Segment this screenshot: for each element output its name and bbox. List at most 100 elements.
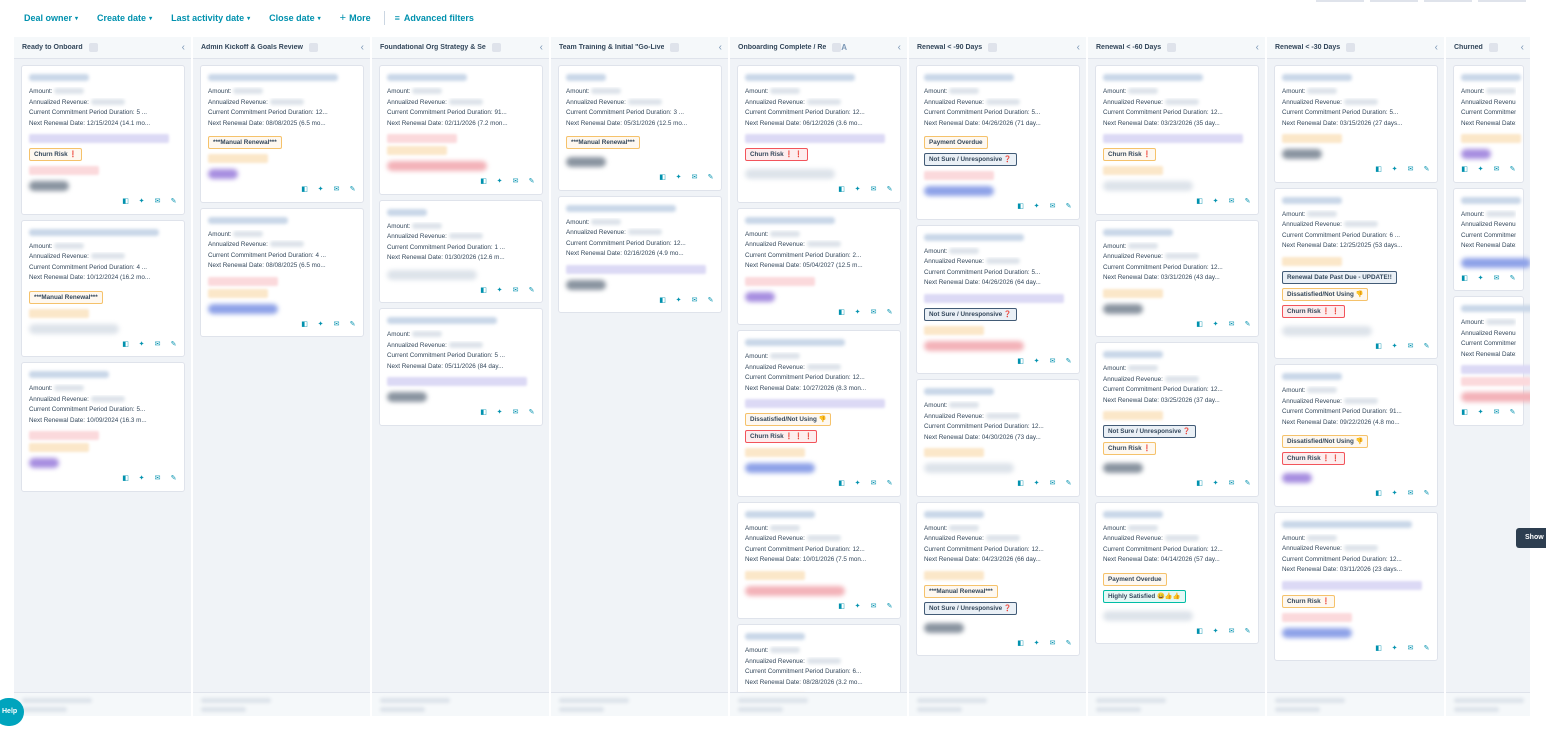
- email-icon[interactable]: ✉: [333, 185, 340, 196]
- task-icon[interactable]: ✦: [1212, 627, 1219, 638]
- edit-icon[interactable]: ✎: [349, 320, 356, 331]
- close-date-filter[interactable]: Close date ▾: [269, 13, 321, 23]
- last-activity-date-filter[interactable]: Last activity date ▾: [171, 13, 250, 23]
- preview-icon[interactable]: ◧: [659, 296, 666, 307]
- email-icon[interactable]: ✉: [1228, 197, 1235, 208]
- preview-icon[interactable]: ◧: [1196, 197, 1203, 208]
- deal-card[interactable]: Amount: Annualized Revenue: Current Comm…: [737, 65, 901, 203]
- deal-name-redacted[interactable]: [29, 228, 159, 236]
- deal-card[interactable]: Amount: Annualized Revenue: Current Comm…: [558, 65, 722, 191]
- collapse-column-icon[interactable]: ‹: [361, 42, 364, 53]
- email-icon[interactable]: ✉: [333, 320, 340, 331]
- column-header[interactable]: Admin Kickoff & Goals Review ‹: [193, 37, 370, 59]
- email-icon[interactable]: ✉: [512, 286, 519, 297]
- email-icon[interactable]: ✉: [870, 479, 877, 490]
- edit-icon[interactable]: ✎: [1065, 202, 1072, 213]
- edit-icon[interactable]: ✎: [528, 286, 535, 297]
- edit-icon[interactable]: ✎: [528, 177, 535, 188]
- task-icon[interactable]: ✦: [1212, 479, 1219, 490]
- preview-icon[interactable]: ◧: [838, 602, 845, 613]
- task-icon[interactable]: ✦: [675, 173, 682, 184]
- email-icon[interactable]: ✉: [1407, 644, 1414, 655]
- preview-icon[interactable]: ◧: [838, 185, 845, 196]
- email-icon[interactable]: ✉: [1049, 202, 1056, 213]
- email-icon[interactable]: ✉: [154, 340, 161, 351]
- task-icon[interactable]: ✦: [1477, 165, 1484, 176]
- preview-icon[interactable]: ◧: [1461, 274, 1468, 285]
- deal-card[interactable]: Amount: Annualized Revenue: Current Comm…: [379, 65, 543, 195]
- deal-card[interactable]: Amount: Annualized Revenue: Current Comm…: [1095, 219, 1259, 337]
- deal-name-redacted[interactable]: [745, 216, 835, 224]
- show-button[interactable]: Show: [1516, 528, 1546, 548]
- deal-name-redacted[interactable]: [387, 74, 467, 81]
- column-header[interactable]: Ready to Onboard ‹: [14, 37, 191, 59]
- email-icon[interactable]: ✉: [1407, 165, 1414, 176]
- deal-card[interactable]: Amount: Annualized Revenue: Current Comm…: [916, 224, 1080, 374]
- deal-name-redacted[interactable]: [566, 74, 606, 81]
- edit-icon[interactable]: ✎: [1244, 197, 1251, 208]
- deal-name-redacted[interactable]: [1282, 196, 1342, 204]
- collapse-column-icon[interactable]: ‹: [1077, 42, 1080, 53]
- preview-icon[interactable]: ◧: [1196, 627, 1203, 638]
- email-icon[interactable]: ✉: [512, 408, 519, 419]
- edit-icon[interactable]: ✎: [170, 340, 177, 351]
- edit-icon[interactable]: ✎: [1423, 165, 1430, 176]
- email-icon[interactable]: ✉: [1493, 274, 1500, 285]
- edit-icon[interactable]: ✎: [170, 197, 177, 208]
- deal-name-redacted[interactable]: [387, 317, 497, 324]
- edit-icon[interactable]: ✎: [1244, 320, 1251, 331]
- preview-icon[interactable]: ◧: [480, 408, 487, 419]
- collapse-column-icon[interactable]: ‹: [898, 42, 901, 53]
- deal-name-redacted[interactable]: [924, 388, 994, 395]
- deal-card[interactable]: Amount: Annualized Revenue: Current Comm…: [558, 195, 722, 313]
- edit-icon[interactable]: ✎: [1244, 479, 1251, 490]
- collapse-column-icon[interactable]: ‹: [1256, 42, 1259, 53]
- deal-card[interactable]: Amount: Annualized Revenue: Current Comm…: [21, 219, 185, 357]
- preview-icon[interactable]: ◧: [1017, 639, 1024, 650]
- collapse-column-icon[interactable]: ‹: [1435, 42, 1438, 53]
- task-icon[interactable]: ✦: [138, 340, 145, 351]
- task-icon[interactable]: ✦: [1033, 202, 1040, 213]
- edit-icon[interactable]: ✎: [1244, 627, 1251, 638]
- task-icon[interactable]: ✦: [496, 286, 503, 297]
- deal-card[interactable]: Amount: Annualized Revenue: Current Comm…: [1453, 187, 1530, 291]
- advanced-filters-button[interactable]: ≡ Advanced filters: [395, 13, 474, 23]
- edit-icon[interactable]: ✎: [707, 296, 714, 307]
- deal-name-redacted[interactable]: [1282, 373, 1342, 380]
- deal-name-redacted[interactable]: [1461, 305, 1530, 312]
- deal-card[interactable]: Amount: Annualized Revenue: Current Comm…: [1274, 511, 1438, 661]
- email-icon[interactable]: ✉: [691, 173, 698, 184]
- edit-icon[interactable]: ✎: [707, 173, 714, 184]
- preview-icon[interactable]: ◧: [838, 308, 845, 319]
- deal-name-redacted[interactable]: [745, 633, 805, 640]
- deal-card[interactable]: Amount: Annualized Revenue: Current Comm…: [737, 330, 901, 497]
- task-icon[interactable]: ✦: [854, 479, 861, 490]
- create-date-filter[interactable]: Create date ▾: [97, 13, 152, 23]
- preview-icon[interactable]: ◧: [1375, 342, 1382, 353]
- edit-icon[interactable]: ✎: [170, 474, 177, 485]
- deal-name-redacted[interactable]: [29, 371, 109, 378]
- email-icon[interactable]: ✉: [512, 177, 519, 188]
- deal-card[interactable]: Amount: Annualized Revenue: Current Comm…: [737, 207, 901, 325]
- task-icon[interactable]: ✦: [854, 308, 861, 319]
- deal-card[interactable]: Amount: Annualized Revenue: Current Comm…: [200, 207, 364, 337]
- collapse-column-icon[interactable]: ‹: [540, 42, 543, 53]
- email-icon[interactable]: ✉: [1493, 408, 1500, 419]
- preview-icon[interactable]: ◧: [122, 197, 129, 208]
- deal-card[interactable]: Amount: Annualized Revenue: Current Comm…: [1274, 65, 1438, 183]
- preview-icon[interactable]: ◧: [1196, 320, 1203, 331]
- email-icon[interactable]: ✉: [1228, 627, 1235, 638]
- deal-card[interactable]: Amount: Annualized Revenue: Current Comm…: [916, 65, 1080, 220]
- task-icon[interactable]: ✦: [1212, 197, 1219, 208]
- deal-name-redacted[interactable]: [745, 74, 855, 81]
- deal-card[interactable]: Amount: Annualized Revenue: Current Comm…: [21, 65, 185, 215]
- column-header[interactable]: Team Training & Initial "Go-Live ‹: [551, 37, 728, 59]
- deal-name-redacted[interactable]: [208, 74, 338, 81]
- preview-icon[interactable]: ◧: [122, 474, 129, 485]
- column-header[interactable]: Renewal < -30 Days ‹: [1267, 37, 1444, 59]
- deal-name-redacted[interactable]: [1282, 74, 1352, 81]
- task-icon[interactable]: ✦: [1391, 489, 1398, 500]
- preview-icon[interactable]: ◧: [1375, 644, 1382, 655]
- deal-card[interactable]: Amount: Annualized Revenue: Current Comm…: [379, 308, 543, 426]
- deal-name-redacted[interactable]: [1461, 74, 1521, 81]
